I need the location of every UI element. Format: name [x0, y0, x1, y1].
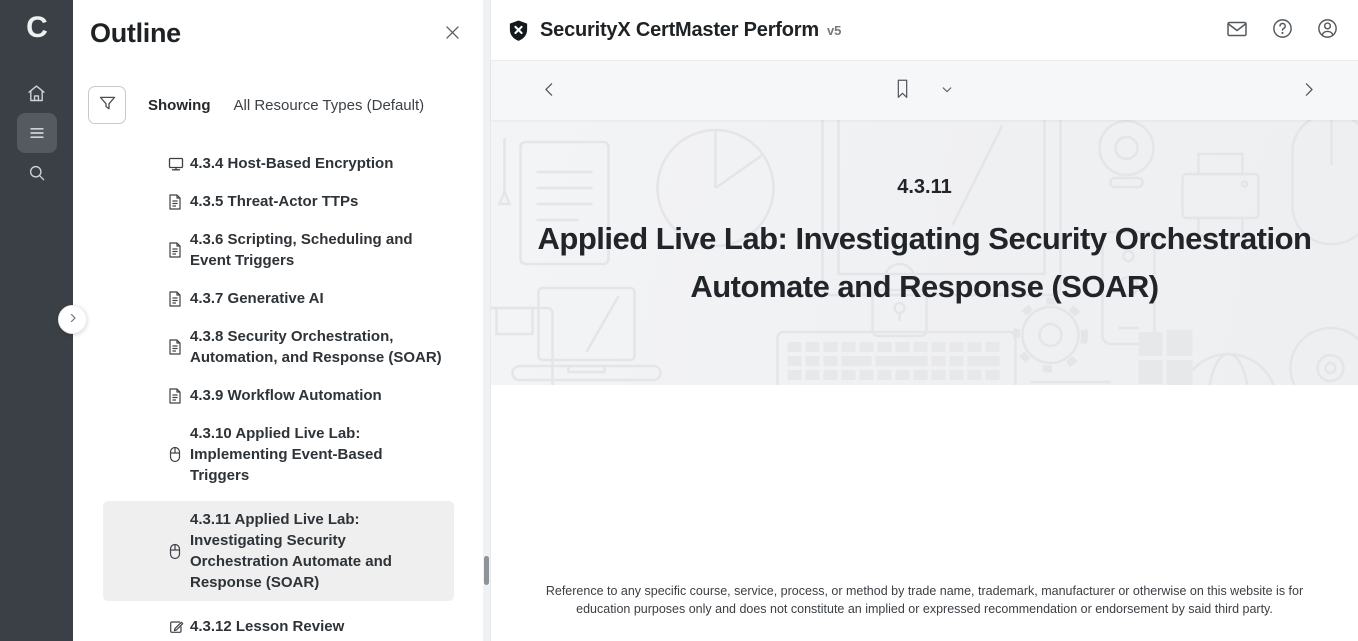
- outline-item[interactable]: 4.3.5 Threat-Actor TTPs: [103, 189, 454, 214]
- course-brand: SecurityX CertMaster Perform v5: [507, 19, 841, 42]
- outline-item-label: 4.3.11 Applied Live Lab: Investigating S…: [190, 509, 444, 593]
- document-icon: [168, 388, 184, 404]
- outline-item-label: 4.3.7 Generative AI: [190, 288, 444, 309]
- outline-item-label: 4.3.10 Applied Live Lab: Implementing Ev…: [190, 423, 444, 486]
- course-version-badge: v5: [827, 23, 841, 38]
- outline-panel-title: Outline: [90, 18, 181, 49]
- outline-item-label: 4.3.4 Host-Based Encryption: [190, 153, 444, 174]
- collapse-outline-button[interactable]: [58, 305, 87, 334]
- outline-item[interactable]: 4.3.10 Applied Live Lab: Implementing Ev…: [103, 421, 454, 488]
- shield-icon: [507, 19, 530, 42]
- close-icon: [443, 23, 462, 45]
- outline-header: Outline: [73, 0, 490, 49]
- outline-item[interactable]: 4.3.4 Host-Based Encryption: [103, 151, 454, 176]
- outline-item[interactable]: 4.3.11 Applied Live Lab: Investigating S…: [103, 501, 454, 601]
- chevron-right-icon: [1300, 81, 1317, 101]
- document-icon: [168, 242, 184, 258]
- main-content-column: SecurityX CertMaster Perform v5: [490, 0, 1358, 641]
- mouse-icon: [168, 446, 184, 463]
- bookmark-dropdown-button[interactable]: [933, 77, 961, 105]
- outline-scrollbar-thumb[interactable]: [484, 556, 489, 585]
- comptia-logo: C: [26, 13, 47, 43]
- lesson-number: 4.3.11: [491, 176, 1358, 199]
- course-title: SecurityX CertMaster Perform: [540, 19, 819, 42]
- home-icon: [26, 83, 47, 104]
- chevron-left-icon: [541, 81, 558, 101]
- outline-scrollbar[interactable]: [483, 0, 490, 641]
- bookmark-icon: [892, 77, 912, 104]
- document-icon: [168, 194, 184, 210]
- outline-item-label: 4.3.9 Workflow Automation: [190, 385, 444, 406]
- account-person-icon: [1316, 17, 1339, 43]
- outline-item[interactable]: 4.3.7 Generative AI: [103, 286, 454, 311]
- lesson-hero-banner: 4.3.11 Applied Live Lab: Investigating S…: [491, 120, 1358, 385]
- outline-item[interactable]: 4.3.8 Security Orchestration, Automation…: [103, 324, 454, 370]
- mail-icon: [1225, 17, 1249, 44]
- outline-item-label: 4.3.6 Scripting, Scheduling and Event Tr…: [190, 229, 444, 271]
- outline-item-label: 4.3.8 Security Orchestration, Automation…: [190, 326, 444, 368]
- close-outline-button[interactable]: [438, 20, 466, 48]
- chevron-right-icon: [67, 312, 79, 327]
- home-button[interactable]: [17, 73, 57, 113]
- next-page-button[interactable]: [1294, 77, 1322, 105]
- document-icon: [168, 291, 184, 307]
- monitor-icon: [168, 156, 184, 172]
- edit-icon: [168, 619, 184, 635]
- filter-button[interactable]: [88, 86, 126, 124]
- lesson-title: Applied Live Lab: Investigating Security…: [491, 215, 1358, 311]
- course-header: SecurityX CertMaster Perform v5: [491, 0, 1358, 61]
- outline-item-label: 4.3.12 Lesson Review: [190, 616, 444, 637]
- help-question-icon: [1271, 17, 1294, 43]
- app-window: C Outline: [0, 0, 1358, 641]
- outline-menu-button[interactable]: [17, 113, 57, 153]
- resource-filter-row: Showing All Resource Types (Default): [88, 86, 490, 124]
- rail-buttons: [17, 73, 57, 193]
- outline-list: 4.3.4 Host-Based Encryption 4.3.5 Threat-…: [103, 151, 454, 641]
- header-actions: [1223, 16, 1341, 44]
- document-icon: [168, 339, 184, 355]
- mouse-icon: [168, 543, 184, 560]
- outline-item[interactable]: 4.3.12 Lesson Review: [103, 614, 454, 639]
- outline-item[interactable]: 4.3.9 Workflow Automation: [103, 383, 454, 408]
- search-button[interactable]: [17, 153, 57, 193]
- outline-item[interactable]: 4.3.6 Scripting, Scheduling and Event Tr…: [103, 227, 454, 273]
- account-button[interactable]: [1313, 16, 1341, 44]
- hamburger-menu-icon: [27, 123, 47, 143]
- help-button[interactable]: [1268, 16, 1296, 44]
- lesson-content-body: Reference to any specific course, servic…: [491, 385, 1358, 641]
- previous-page-button[interactable]: [535, 77, 563, 105]
- bookmark-button[interactable]: [888, 77, 916, 105]
- search-icon: [27, 163, 47, 183]
- bookmark-controls: [888, 77, 961, 105]
- lesson-pager-toolbar: [491, 61, 1358, 120]
- outline-item-label: 4.3.5 Threat-Actor TTPs: [190, 191, 444, 212]
- footer-disclaimer: Reference to any specific course, servic…: [527, 583, 1322, 618]
- outline-panel: Outline Showing All Resource Types (Defa…: [73, 0, 490, 641]
- messages-button[interactable]: [1223, 16, 1251, 44]
- showing-label: Showing: [148, 97, 211, 114]
- resource-filter-value[interactable]: All Resource Types (Default): [234, 97, 425, 114]
- funnel-filter-icon: [97, 93, 118, 117]
- chevron-down-icon: [941, 83, 954, 99]
